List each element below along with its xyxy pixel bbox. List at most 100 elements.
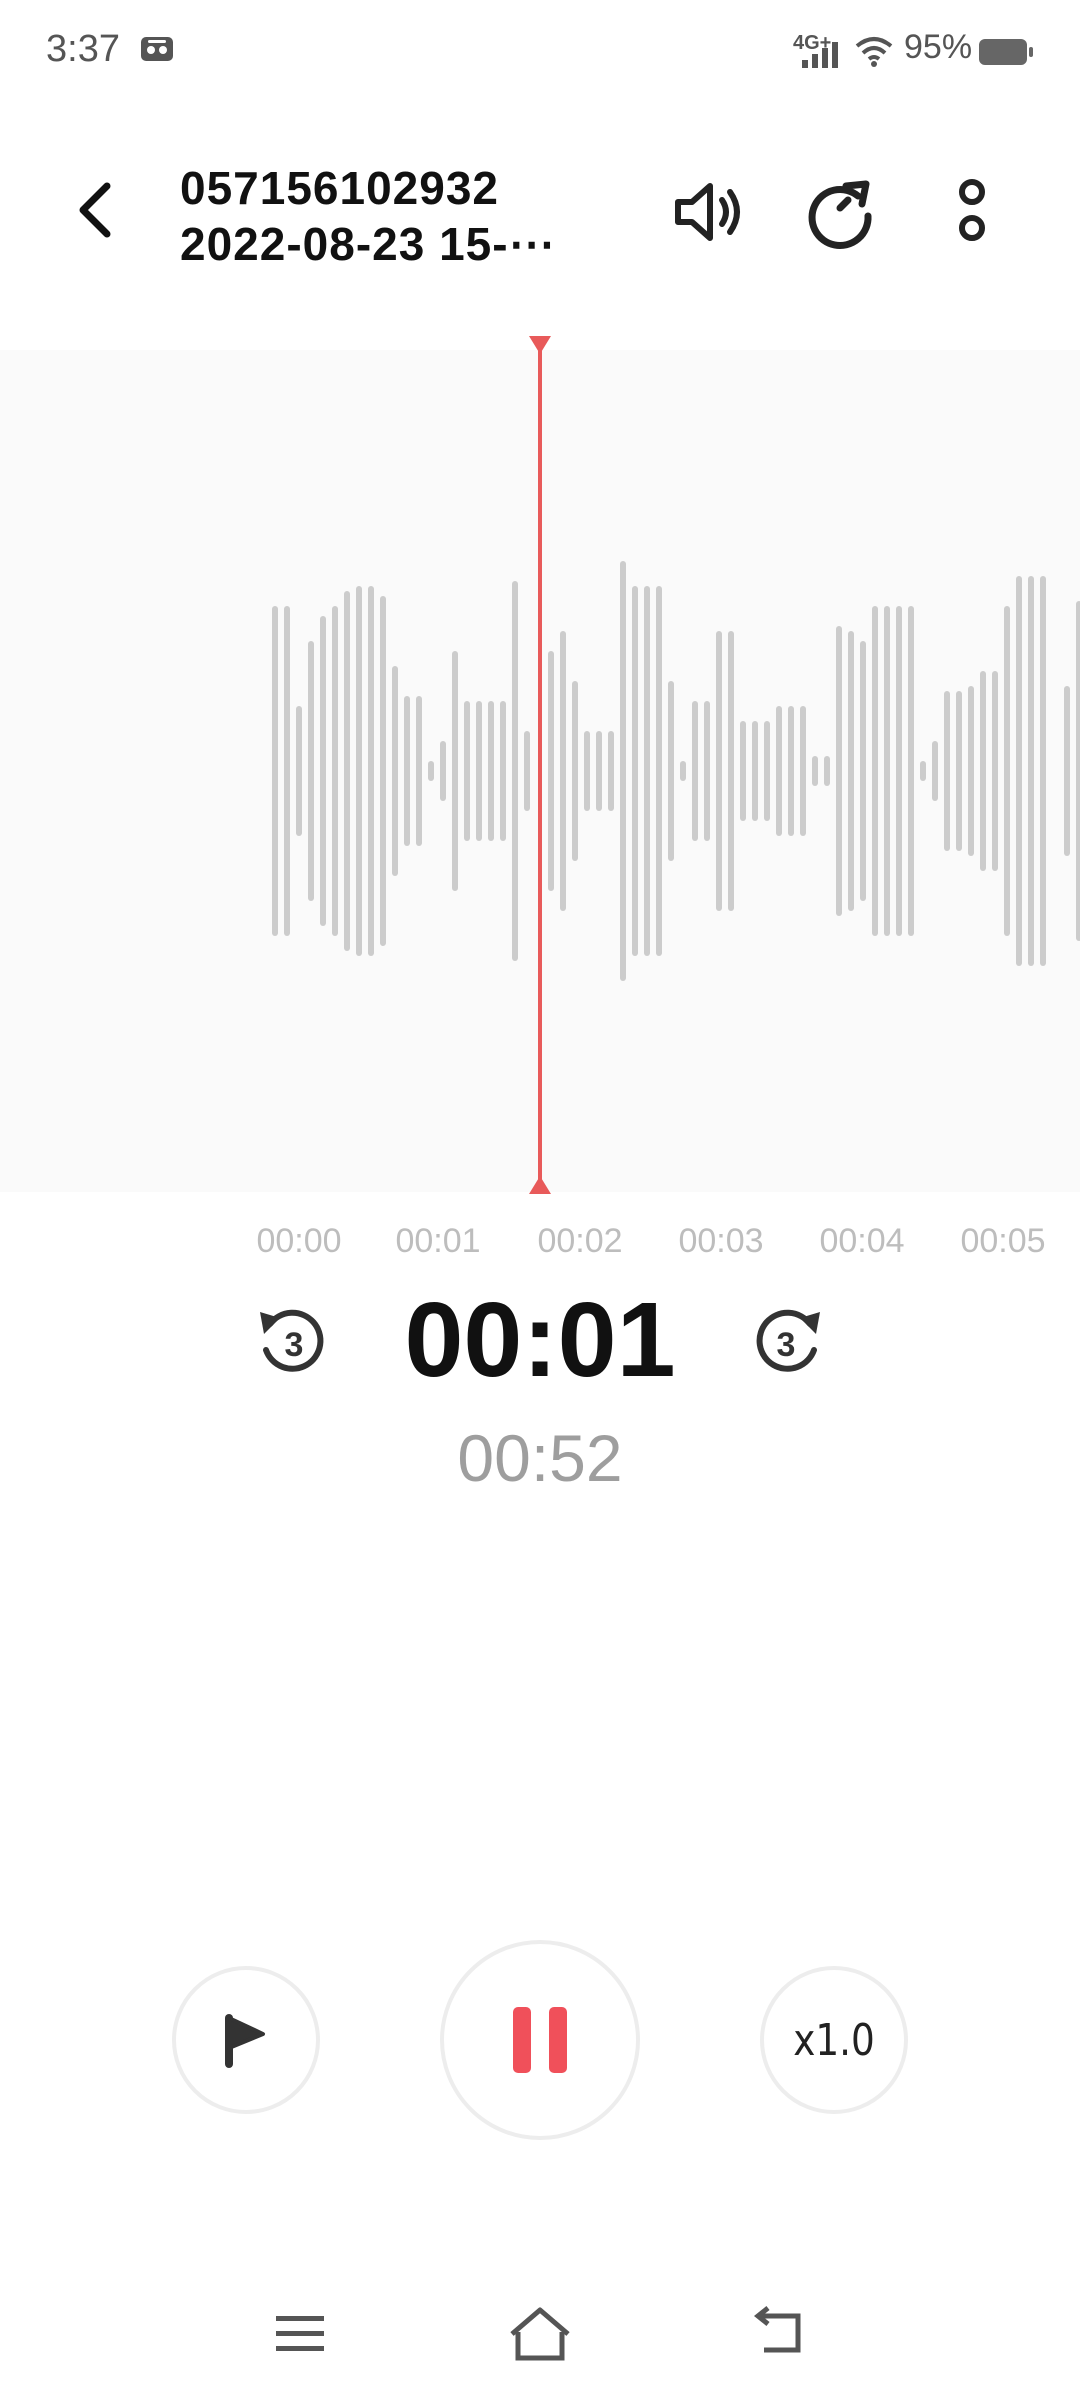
waveform-bar: [392, 666, 398, 876]
forward-3s-button[interactable]: 3: [748, 1302, 828, 1382]
rewind-3s-button[interactable]: 3: [252, 1302, 332, 1382]
waveform-bar: [680, 761, 686, 781]
pause-button[interactable]: [440, 1940, 640, 2140]
waveform-bar: [668, 681, 674, 861]
waveform-bar: [956, 691, 962, 851]
waveform-bar: [1004, 606, 1010, 936]
waveform-bar: [428, 761, 434, 781]
waveform-bar: [848, 631, 854, 911]
nav-back-icon[interactable]: [752, 2306, 808, 2356]
forward-3s-icon: 3: [756, 1309, 820, 1372]
waveform-bar: [416, 696, 422, 846]
waveform-bar: [704, 701, 710, 841]
waveform-bar: [488, 701, 494, 841]
playhead[interactable]: [529, 336, 551, 1194]
waveform-bar: [308, 641, 314, 901]
waveform-bar: [1064, 686, 1070, 856]
waveform-bar: [584, 731, 590, 811]
playback-speed-button[interactable]: x1.0: [760, 1966, 908, 2114]
menu-icon[interactable]: [272, 2312, 328, 2356]
waveform-bar: [1016, 576, 1022, 966]
waveform-bar: [272, 606, 278, 936]
waveform-bar: [920, 761, 926, 781]
flag-icon: [225, 2014, 265, 2068]
waveform-bar: [656, 586, 662, 956]
wifi-icon: [855, 37, 893, 67]
total-duration: 00:52: [457, 1421, 623, 1495]
waveform-bar: [1076, 601, 1080, 941]
speaker-button[interactable]: [668, 172, 748, 252]
timeline-tick: 00:02: [537, 1222, 623, 1260]
recording-title: 057156102932 2022-08-23 15-⋯: [180, 160, 620, 272]
timeline-tick: 00:01: [395, 1222, 481, 1260]
more-options-button[interactable]: [932, 172, 1012, 252]
waveform-bar: [932, 741, 938, 801]
home-icon[interactable]: [508, 2306, 572, 2362]
speaker-icon: [675, 183, 740, 241]
rewind-seconds: 3: [285, 1326, 304, 1364]
timeline-tick: 00:04: [819, 1222, 905, 1260]
waveform-bar: [764, 721, 770, 821]
rotate-button[interactable]: [800, 172, 880, 252]
waveform-bar: [824, 756, 830, 786]
waveform-bar: [1028, 576, 1034, 966]
waveform-bar: [548, 651, 554, 891]
waveform-bar: [752, 721, 758, 821]
title-line-1: 057156102932: [180, 162, 499, 214]
waveform-bar: [896, 606, 902, 936]
waveform-bar: [632, 586, 638, 956]
waveform-bar: [596, 731, 602, 811]
waveform-bar: [620, 561, 626, 981]
waveform-bar: [776, 706, 782, 836]
waveform-bar: [788, 706, 794, 836]
waveform-bar: [560, 631, 566, 911]
waveform-bar: [344, 591, 350, 951]
title-line-2: 2022-08-23 15-⋯: [180, 218, 556, 270]
waveform-bar: [692, 701, 698, 841]
waveform-bar: [404, 696, 410, 846]
waveform-bar: [572, 681, 578, 861]
battery-icon: [979, 39, 1033, 65]
waveform-bar: [872, 606, 878, 936]
waveform-bar: [908, 606, 914, 936]
waveform-bar: [644, 586, 650, 956]
waveform-bar: [380, 596, 386, 946]
waveform-bar: [440, 741, 446, 801]
waveform-bar: [332, 606, 338, 936]
waveform-bar: [284, 606, 290, 936]
current-time: 00:01: [404, 1281, 676, 1399]
back-chevron-icon: [79, 182, 111, 238]
waveform-bar: [500, 701, 506, 841]
waveform-bar: [728, 631, 734, 911]
waveform-bar: [356, 586, 362, 956]
waveform-bar: [512, 581, 518, 961]
pause-icon: [513, 2007, 567, 2073]
waveform-bar: [368, 586, 374, 956]
waveform-bar: [476, 701, 482, 841]
waveform-bar: [1040, 576, 1046, 966]
flag-button[interactable]: [172, 1966, 320, 2114]
back-button[interactable]: [60, 170, 130, 250]
rewind-3s-icon: 3: [260, 1309, 324, 1372]
waveform-bar: [992, 671, 998, 871]
waveform-bar: [320, 616, 326, 926]
waveform-bar: [524, 731, 530, 811]
waveform-bar: [296, 706, 302, 836]
waveform-bar: [452, 651, 458, 891]
timeline-tick: 00:05: [960, 1222, 1046, 1260]
waveform-bar: [740, 721, 746, 821]
battery-percentage: 95%: [904, 28, 973, 66]
waveform-bar: [812, 756, 818, 786]
forward-seconds: 3: [777, 1326, 796, 1364]
waveform-bar: [608, 731, 614, 811]
more-vertical-icon: [959, 179, 985, 241]
waveform-bar: [716, 631, 722, 911]
waveform-bar: [836, 626, 842, 916]
waveform-bar: [980, 671, 986, 871]
waveform-bar: [464, 701, 470, 841]
timeline-tick: 00:00: [256, 1222, 342, 1260]
status-time: 3:37: [46, 28, 120, 70]
waveform-bar: [860, 641, 866, 901]
rotate-icon: [808, 180, 872, 249]
signal-icon: [802, 42, 838, 68]
